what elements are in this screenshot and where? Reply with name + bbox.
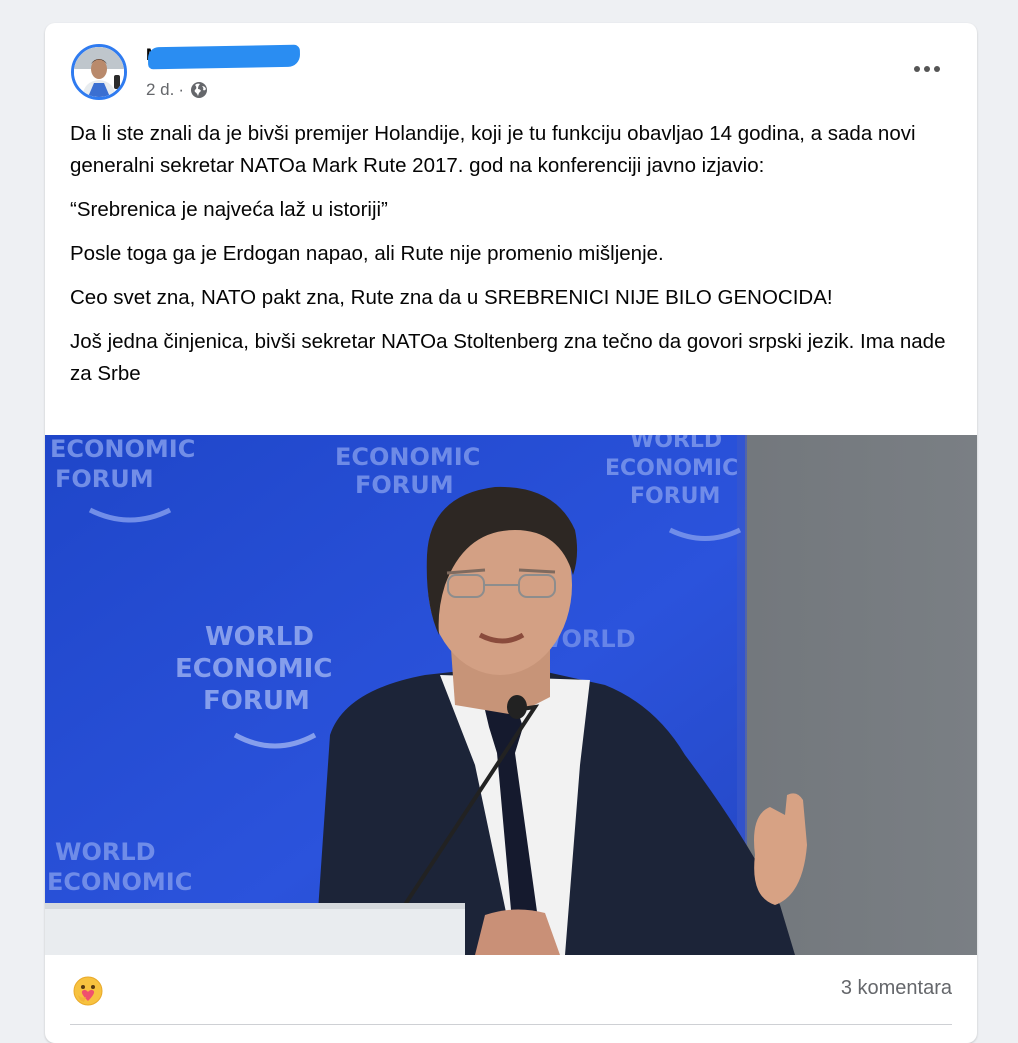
backdrop-logo-text: WORLD <box>55 838 156 866</box>
post-meta: 2 d. · <box>146 79 208 101</box>
name-redaction-scribble <box>147 44 301 70</box>
post-paragraph: Ceo svet zna, NATO pakt zna, Rute zna da… <box>70 286 833 309</box>
more-dot <box>914 66 920 72</box>
backdrop-logo-text: ECONOMIC <box>50 435 195 463</box>
post-footer: 3 komentara <box>45 955 977 1025</box>
meta-separator: · <box>178 80 185 99</box>
globe-icon[interactable] <box>190 81 208 99</box>
post-header: M 2 d. · <box>45 23 977 113</box>
backdrop-logo-text: WORLD <box>630 435 722 453</box>
more-options-icon[interactable] <box>909 57 945 81</box>
post-paragraph: Da li ste znali da je bivši premijer Hol… <box>70 122 916 177</box>
comments-count-link[interactable]: 3 komentara <box>841 977 952 1000</box>
backdrop-logo-text: FORUM <box>203 686 310 716</box>
care-reaction-icon[interactable] <box>72 975 104 1007</box>
backdrop-logo-text: ECONOMIC <box>47 868 192 896</box>
backdrop-logo-text: WORLD <box>205 622 314 652</box>
backdrop-logo-text: ECONOMIC <box>335 443 480 471</box>
backdrop-logo-text: FORUM <box>55 465 154 493</box>
desk <box>45 907 465 955</box>
more-dot <box>934 66 940 72</box>
footer-divider <box>70 1024 952 1025</box>
post-text: Da li ste znali da je bivši premijer Hol… <box>70 118 950 402</box>
backdrop-logo-text: ECONOMIC <box>605 456 738 481</box>
more-dot <box>924 66 930 72</box>
post-time[interactable]: 2 d. <box>146 80 174 100</box>
post-paragraph: Posle toga ga je Erdogan napao, ali Rute… <box>70 242 664 265</box>
post-paragraph: Još jedna činjenica, bivši sekretar NATO… <box>70 330 946 385</box>
backdrop-logo-text: ECONOMIC <box>175 654 332 684</box>
backdrop-logo-text: FORUM <box>630 484 720 509</box>
author-avatar[interactable] <box>71 44 127 100</box>
post-card: M 2 d. · Da li ste znali da je bivši pre… <box>45 23 977 1043</box>
backdrop-logo-text: FORUM <box>355 471 454 499</box>
post-paragraph: “Srebrenica je najveća laž u istoriji” <box>70 198 388 221</box>
post-photo[interactable]: ECONOMIC FORUM ECONOMIC FORUM WORLD ECON… <box>45 435 977 955</box>
